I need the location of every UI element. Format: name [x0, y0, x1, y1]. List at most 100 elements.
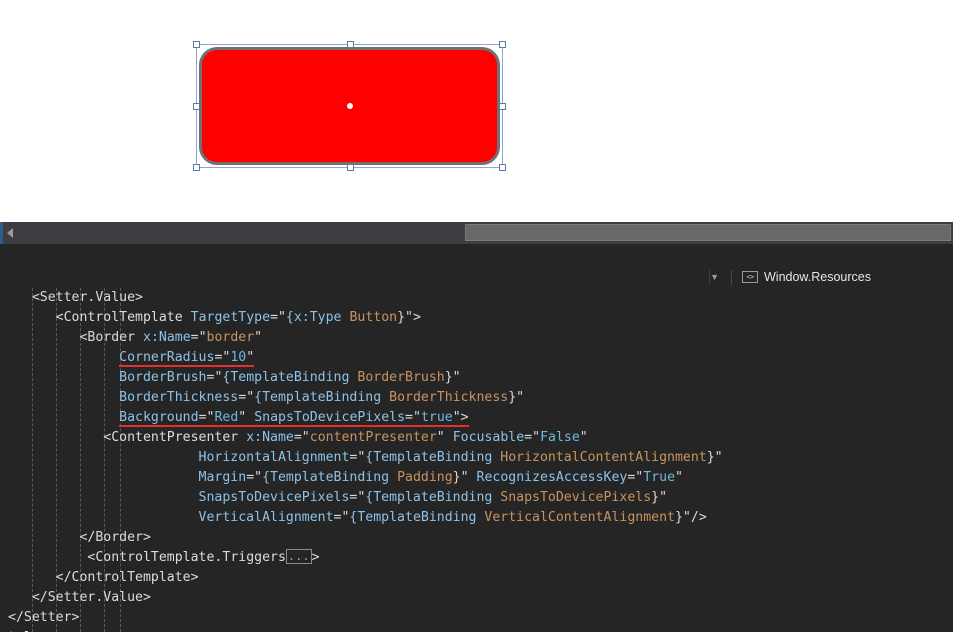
code-token: > [413, 310, 421, 325]
code-token: Border [95, 530, 143, 545]
resize-handle-w[interactable] [193, 103, 200, 110]
code-token: {TemplateBinding [262, 470, 398, 485]
code-token: " [714, 450, 723, 465]
code-token: =" [524, 430, 541, 445]
line-controltemplate-open[interactable]: <ControlTemplate TargetType="{x:Type But… [0, 308, 953, 328]
code-token: " [675, 470, 683, 485]
line-contentpresenter-open[interactable]: <ContentPresenter x:Name="contentPresent… [0, 428, 953, 448]
line-triggers-collapsed[interactable]: <ControlTemplate.Triggers... > [0, 548, 953, 568]
code-token: {TemplateBinding [254, 390, 390, 405]
code-token: CornerRadius [119, 350, 215, 365]
code-token: " [452, 370, 461, 385]
code-token: VerticalAlignment [198, 510, 334, 525]
code-token: " [659, 490, 668, 505]
code-token: border [206, 330, 255, 345]
resize-handle-ne[interactable] [499, 41, 506, 48]
code-text-area[interactable]: <Setter.Value> <ControlTemplate TargetTyp… [0, 288, 953, 632]
code-token: " [452, 410, 461, 425]
scrollbar-thumb[interactable] [465, 224, 951, 241]
collapsed-region-toggle[interactable]: ... [285, 549, 312, 564]
resize-handle-e[interactable] [499, 103, 506, 110]
line-snapstodevicepixels[interactable]: SnapsToDevicePixels="{TemplateBinding Sn… [0, 488, 953, 508]
line-controltemplate-close[interactable]: </ControlTemplate> [0, 568, 953, 588]
line-cornerradius[interactable]: CornerRadius="10" [0, 348, 953, 368]
line-background[interactable]: Background="Red" SnapsToDevicePixels="tr… [0, 408, 953, 428]
line-margin[interactable]: Margin="{TemplateBinding Padding}" Recog… [0, 468, 953, 488]
code-token: contentPresenter [309, 430, 437, 445]
code-token: True [643, 470, 676, 485]
breadcrumb-label[interactable]: Window.Resources [764, 270, 871, 284]
selected-element-adorner[interactable] [193, 41, 506, 171]
code-token: TargetType [190, 310, 271, 325]
code-token: Setter [23, 610, 72, 625]
line-setter-value-open[interactable]: <Setter.Value> [0, 288, 953, 308]
code-token: Button [349, 310, 398, 325]
xaml-code-editor[interactable]: ▼ <> Window.Resources <Setter.Value> <Con… [0, 244, 953, 632]
code-token: ControlTemplate [71, 570, 191, 585]
code-token: SnapsToDevicePixels [198, 490, 350, 505]
line-setter-value-close[interactable]: </Setter.Value> [0, 588, 953, 608]
code-token: =" [246, 470, 263, 485]
line-setter-close[interactable]: </Setter> [0, 608, 953, 628]
code-token: true [420, 410, 453, 425]
code-token: > [142, 530, 151, 545]
designer-horizontal-scrollbar[interactable] [0, 222, 953, 244]
code-token: =" [349, 490, 366, 505]
line-borderbrush[interactable]: BorderBrush="{TemplateBinding BorderBrus… [0, 368, 953, 388]
xaml-design-surface[interactable] [0, 0, 953, 222]
breadcrumb[interactable]: ▼ <> Window.Resources [709, 269, 871, 285]
code-token: > [71, 610, 80, 625]
code-token: RecognizesAccessKey [476, 470, 628, 485]
code-token: =" [270, 310, 286, 325]
code-token: {TemplateBinding [365, 450, 501, 465]
code-token: x:Name [246, 430, 294, 445]
code-token: > [460, 410, 469, 425]
resize-handle-n[interactable] [346, 41, 354, 48]
breadcrumb-bar: ▼ <> Window.Resources [0, 266, 953, 288]
code-token: x:Name [143, 330, 191, 345]
code-token: SnapsToDevicePixels [254, 410, 406, 425]
code-token: > [135, 290, 143, 305]
resize-handle-nw[interactable] [193, 41, 200, 48]
line-verticalalignment[interactable]: VerticalAlignment="{TemplateBinding Vert… [0, 508, 953, 528]
line-borderthickness[interactable]: BorderThickness="{TemplateBinding Border… [0, 388, 953, 408]
code-token: Red [214, 410, 239, 425]
code-token: BorderThickness [119, 390, 239, 405]
visual-studio-xaml-editor-window: ▼ <> Window.Resources <Setter.Value> <Con… [0, 0, 953, 632]
code-token: Setter.Value [47, 590, 143, 605]
code-token: Border [87, 330, 136, 345]
code-token: } [397, 310, 406, 325]
scroll-left-button[interactable] [0, 222, 17, 244]
line-horizontalalignment[interactable]: HorizontalAlignment="{TemplateBinding Ho… [0, 448, 953, 468]
code-token: </ [55, 570, 72, 585]
resize-handle-sw[interactable] [193, 164, 200, 171]
code-token: =" [238, 390, 255, 405]
code-token: =" [293, 430, 310, 445]
code-token: " [516, 390, 525, 405]
code-token: > [142, 590, 151, 605]
resize-handle-se[interactable] [499, 164, 506, 171]
line-style-close-partial[interactable]: tyle> [0, 628, 953, 632]
code-token: HorizontalContentAlignment [500, 450, 707, 465]
code-token: SnapsToDevicePixels [500, 490, 652, 505]
scrollbar-track[interactable] [17, 222, 953, 244]
code-token: Background [119, 410, 199, 425]
code-token: BorderThickness [389, 390, 509, 405]
code-token: HorizontalAlignment [198, 450, 350, 465]
code-token: ControlTemplate [63, 310, 183, 325]
code-token: } [508, 390, 517, 405]
line-border-open[interactable]: <Border x:Name="border" [0, 328, 953, 348]
code-token: 10 [230, 350, 247, 365]
chevron-down-icon[interactable]: ▼ [710, 272, 719, 282]
resize-handle-s[interactable] [346, 164, 354, 171]
rotation-center-dot [346, 103, 353, 109]
code-token: Setter.Value [39, 290, 136, 305]
code-token: {TemplateBinding [222, 370, 358, 385]
code-token: False [540, 430, 580, 445]
design-preview-button[interactable] [199, 47, 500, 165]
code-token: /> [690, 510, 707, 525]
code-token: </ [31, 590, 48, 605]
line-border-close[interactable]: </Border> [0, 528, 953, 548]
